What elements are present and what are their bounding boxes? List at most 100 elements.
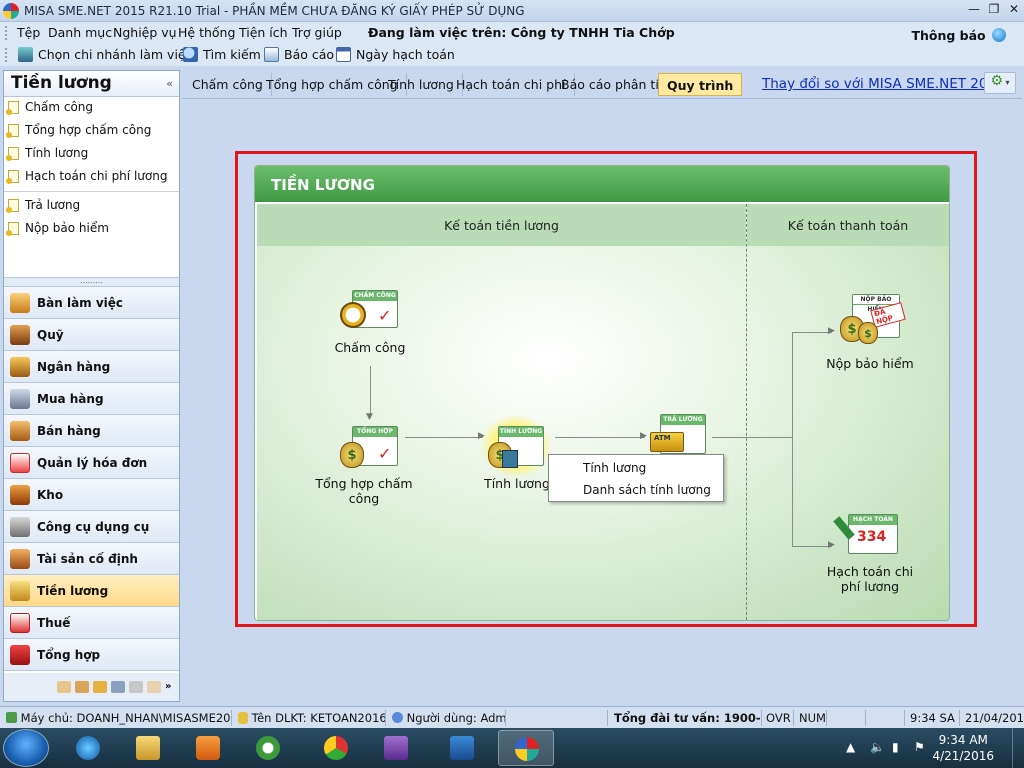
tax-icon <box>10 612 30 633</box>
sidebar-item-cham-cong[interactable]: Chấm công <box>6 100 94 115</box>
sidebar-title: Tiền lương <box>11 73 112 93</box>
server-icon <box>6 712 17 723</box>
left-panel: Tiền lương « Chấm công Tổng hợp chấm côn… <box>3 70 180 702</box>
collapse-icon[interactable]: « <box>166 77 173 90</box>
ovr-indicator: OVR <box>762 710 794 726</box>
document-icon <box>6 169 19 184</box>
chrome-icon <box>324 736 348 760</box>
network-icon[interactable]: ▮ <box>892 740 899 754</box>
ledger-icon <box>10 644 30 665</box>
panel-splitter[interactable]: ......... <box>4 277 179 287</box>
taskbar-coccoc[interactable] <box>240 730 296 766</box>
cart-mini-icon[interactable] <box>111 681 125 693</box>
taskbar-visual-studio[interactable] <box>368 730 424 766</box>
minimize-button[interactable]: — <box>964 2 984 19</box>
database-icon <box>238 712 248 724</box>
tray-expand-icon[interactable]: ▲ <box>846 740 855 754</box>
posting-date-button[interactable]: Ngày hạch toán <box>336 47 455 62</box>
nav-label: Quỹ <box>37 327 64 342</box>
menu-file[interactable]: Tệp <box>17 25 40 40</box>
nav-quy[interactable]: Quỹ <box>4 319 179 351</box>
report-button[interactable]: Báo cáo <box>264 47 334 62</box>
compare-version-link[interactable]: Thay đổi so với MISA SME.NET 2012 <box>762 76 1005 92</box>
cash-mini-icon[interactable] <box>75 681 89 693</box>
sidebar-item-tong-hop-cham-cong[interactable]: Tổng hợp chấm công <box>6 123 151 138</box>
globe-icon <box>992 28 1006 42</box>
nav-tien-luong[interactable]: Tiền lương <box>4 575 179 607</box>
sidebar-divider <box>4 191 179 192</box>
nav-label: Công cụ dụng cụ <box>37 519 150 534</box>
shopping-cart-icon <box>10 388 30 409</box>
status-blank <box>508 710 608 726</box>
flag-icon[interactable]: ⚑ <box>914 740 925 754</box>
notification-button[interactable]: Thông báo <box>911 28 1006 43</box>
tab-quy-trinh[interactable]: Quy trình <box>658 73 743 96</box>
taskbar-explorer[interactable] <box>120 730 176 766</box>
status-date: 21/04/2016 <box>965 711 1023 725</box>
nav-cong-cu-dung-cu[interactable]: Công cụ dụng cụ <box>4 511 179 543</box>
settings-gear-icon[interactable]: ⚙ ▾ <box>984 72 1016 94</box>
nav-tong-hop[interactable]: Tổng hợp <box>4 639 179 671</box>
server-label: Máy chủ: DOANH_NHAN\MISASME2015 <box>20 711 232 725</box>
nav-ban-hang[interactable]: Bán hàng <box>4 415 179 447</box>
invoice-mini-icon[interactable] <box>147 681 161 693</box>
menu-catalog[interactable]: Danh mục <box>48 25 112 40</box>
taskbar-clock[interactable]: 9:34 AM 4/21/2016 <box>932 732 994 764</box>
window-title: MISA SME.NET 2015 R21.10 Trial - PHẦN MỀ… <box>24 4 525 18</box>
invoice-icon <box>10 452 30 473</box>
status-time: 9:34 SA <box>906 710 960 726</box>
menu-system[interactable]: Hệ thống <box>178 25 235 40</box>
taskbar-ie[interactable] <box>60 730 116 766</box>
posting-date-label: Ngày hạch toán <box>356 47 455 62</box>
sidebar-item-hach-toan-chi-phi-luong[interactable]: Hạch toán chi phí lương <box>6 169 167 184</box>
sidebar-item-label: Chấm công <box>25 100 94 114</box>
sales-icon <box>10 420 30 441</box>
taskbar-misa[interactable] <box>498 730 554 766</box>
menu-help[interactable]: Trợ giúp <box>292 25 342 40</box>
sidebar-item-tra-luong[interactable]: Trả lương <box>6 198 81 213</box>
nav-label: Quản lý hóa đơn <box>37 455 148 470</box>
branch-button[interactable]: Chọn chi nhánh làm việc <box>18 47 192 62</box>
close-button[interactable]: ✕ <box>1004 2 1024 19</box>
nav-thue[interactable]: Thuế <box>4 607 179 639</box>
taskbar-chrome[interactable] <box>308 730 364 766</box>
menu-utilities[interactable]: Tiện ích <box>239 25 288 40</box>
maximize-button[interactable]: ❐ <box>984 2 1004 19</box>
report-icon <box>264 47 279 62</box>
nav-label: Kho <box>37 487 64 502</box>
user-icon <box>392 712 403 723</box>
sales-mini-icon[interactable] <box>129 681 143 693</box>
search-label: Tìm kiếm <box>203 47 261 62</box>
database-status: Tên DLKT: KETOAN2016 <box>234 710 386 726</box>
nav-label: Bán hàng <box>37 423 101 438</box>
nav-ban-lam-viec[interactable]: Bàn làm việc <box>4 287 179 319</box>
nav-overflow-bar: » <box>4 673 179 701</box>
desk-mini-icon[interactable] <box>57 681 71 693</box>
taskbar-media-player[interactable] <box>180 730 236 766</box>
user-status: Người dùng: Admin <box>388 710 506 726</box>
sidebar-item-nop-bao-hiem[interactable]: Nộp bảo hiểm <box>6 221 109 236</box>
start-button[interactable] <box>3 729 49 767</box>
nav-kho[interactable]: Kho <box>4 479 179 511</box>
search-button[interactable]: Tìm kiếm <box>183 47 261 62</box>
document-icon <box>6 221 19 236</box>
document-icon <box>6 198 19 213</box>
menu-operations[interactable]: Nghiệp vụ <box>113 25 177 40</box>
sidebar-item-label: Trả lương <box>25 198 81 212</box>
nav-tai-san-co-dinh[interactable]: Tài sản cố định <box>4 543 179 575</box>
overflow-chevron-icon[interactable]: » <box>165 681 173 693</box>
bank-mini-icon[interactable] <box>93 681 107 693</box>
nav-mua-hang[interactable]: Mua hàng <box>4 383 179 415</box>
taskbar-teamviewer[interactable] <box>434 730 490 766</box>
nav-quan-ly-hoa-don[interactable]: Quản lý hóa đơn <box>4 447 179 479</box>
nav-label: Bàn làm việc <box>37 295 124 310</box>
sidebar-item-tinh-luong[interactable]: Tính lương <box>6 146 88 161</box>
module-tabs: Chấm công Tổng hợp chấm công Tính lương … <box>182 70 1022 98</box>
sidebar-item-label: Nộp bảo hiểm <box>25 221 109 235</box>
volume-icon[interactable]: 🔈 <box>870 740 885 754</box>
desk-icon <box>10 292 30 313</box>
title-bar: MISA SME.NET 2015 R21.10 Trial - PHẦN MỀ… <box>0 0 1024 22</box>
status-bar: Máy chủ: DOANH_NHAN\MISASME2015 Tên DLKT… <box>0 706 1024 728</box>
show-desktop-button[interactable] <box>1012 728 1024 768</box>
nav-ngan-hang[interactable]: Ngân hàng <box>4 351 179 383</box>
